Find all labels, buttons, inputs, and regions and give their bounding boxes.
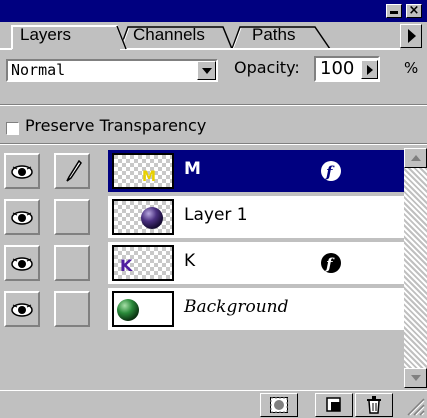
visibility-toggle[interactable] — [4, 153, 40, 189]
palette-menu-button[interactable] — [400, 24, 422, 48]
layers-palette: × Layers Channels Paths Normal Opacity: … — [0, 0, 427, 418]
layer-row[interactable]: M M f — [0, 148, 404, 194]
m-thumbnail-icon: M — [114, 155, 172, 187]
layers-scrollbar[interactable] — [404, 148, 427, 388]
tab-layers[interactable]: Layers — [20, 22, 71, 47]
brush-icon — [66, 160, 82, 182]
layer-effects-icon: f — [321, 161, 341, 181]
preserve-transparency-checkbox[interactable] — [6, 122, 19, 135]
mask-icon — [270, 397, 288, 413]
add-mask-button[interactable] — [260, 393, 298, 417]
percent-sign: % — [404, 59, 419, 77]
close-icon: × — [408, 3, 420, 18]
opacity-label: Opacity: — [234, 58, 300, 77]
trash-icon — [367, 396, 381, 414]
tab-layers-label: Layers — [20, 25, 72, 44]
blend-mode-value: Normal — [11, 61, 66, 79]
scroll-down-button[interactable] — [404, 368, 427, 388]
close-button[interactable]: × — [406, 4, 422, 18]
resize-grip-icon[interactable] — [405, 396, 425, 416]
palette-title-bar[interactable] — [0, 0, 427, 22]
purple-sphere-thumbnail-icon — [114, 201, 172, 233]
link-brush-toggle[interactable] — [54, 245, 90, 281]
eye-icon — [11, 257, 33, 271]
layer-row[interactable]: Layer 1 — [0, 194, 404, 240]
delete-layer-button[interactable] — [355, 393, 393, 417]
visibility-toggle[interactable] — [4, 199, 40, 235]
visibility-toggle[interactable] — [4, 291, 40, 327]
layer-name: M — [184, 159, 201, 179]
layer-thumbnail: M — [112, 153, 174, 189]
tab-channels-label: Channels — [133, 25, 205, 44]
layer-thumbnail — [112, 199, 174, 235]
eye-icon — [11, 165, 33, 179]
link-brush-toggle[interactable] — [54, 153, 90, 189]
layers-list: M M f Layer 1 K K f Background — [0, 148, 404, 371]
opacity-value: 100 — [320, 58, 355, 79]
blend-mode-select[interactable]: Normal — [6, 59, 218, 82]
link-brush-toggle[interactable] — [54, 199, 90, 235]
svg-text:M: M — [142, 169, 156, 185]
layer-effects-icon: f — [321, 253, 341, 273]
minimize-button[interactable] — [386, 4, 402, 18]
opacity-slider-button[interactable] — [361, 60, 378, 79]
layer-thumbnail: K — [112, 245, 174, 281]
svg-text:K: K — [120, 256, 133, 275]
tab-paths-label: Paths — [252, 25, 296, 44]
eye-icon — [11, 211, 33, 225]
new-layer-icon — [326, 397, 341, 412]
layer-name: K — [184, 251, 196, 271]
layer-name: Layer 1 — [184, 205, 248, 225]
layer-row[interactable]: K K f — [0, 240, 404, 286]
new-layer-button[interactable] — [315, 393, 353, 417]
chevron-down-icon[interactable] — [197, 61, 216, 80]
layer-name: Background — [184, 297, 289, 317]
tab-paths[interactable]: Paths — [252, 22, 295, 47]
tab-channels[interactable]: Channels — [133, 22, 205, 47]
link-brush-toggle[interactable] — [54, 291, 90, 327]
scroll-up-button[interactable] — [404, 148, 427, 168]
k-thumbnail-icon: K — [114, 247, 172, 279]
layer-row[interactable]: Background — [0, 286, 404, 332]
divider — [0, 143, 427, 145]
layer-thumbnail — [112, 291, 174, 327]
green-sphere-thumbnail-icon — [114, 293, 172, 325]
visibility-toggle[interactable] — [4, 245, 40, 281]
eye-icon — [11, 303, 33, 317]
divider — [0, 104, 427, 106]
preserve-transparency-label: Preserve Transparency — [25, 116, 207, 135]
